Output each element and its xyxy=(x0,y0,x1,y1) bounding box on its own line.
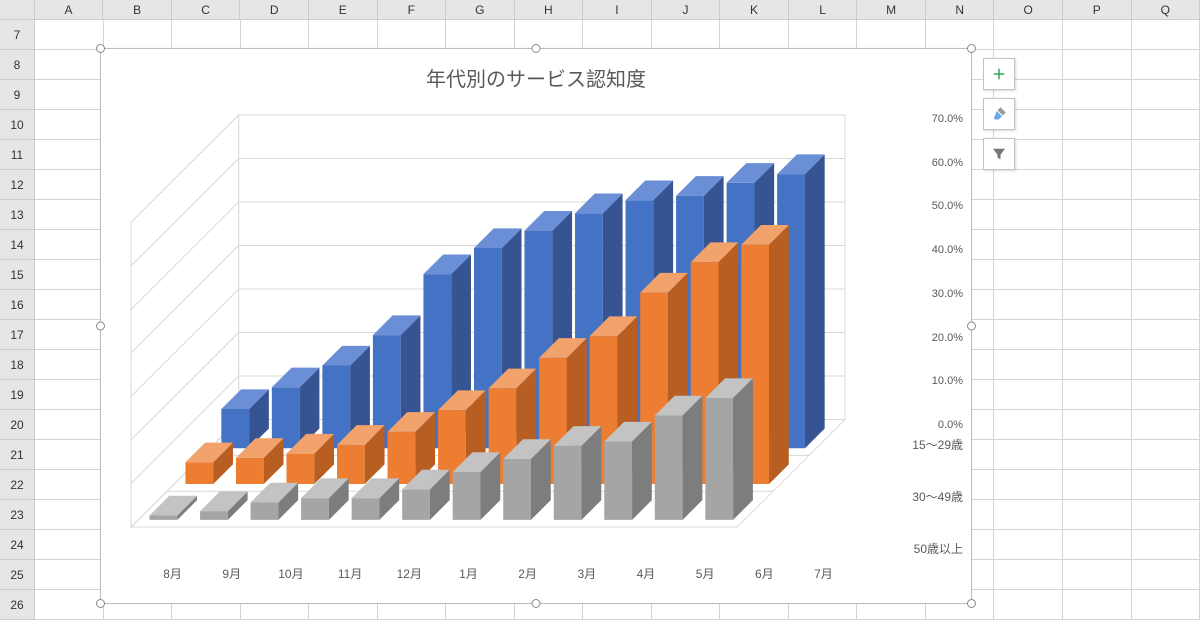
col-header-D[interactable]: D xyxy=(240,0,309,20)
col-header-I[interactable]: I xyxy=(583,0,652,20)
chart-plot-area[interactable] xyxy=(123,107,853,533)
resize-handle-ne[interactable] xyxy=(967,44,976,53)
row-header-14[interactable]: 14 xyxy=(0,230,35,260)
col-header-E[interactable]: E xyxy=(309,0,378,20)
row-header-19[interactable]: 19 xyxy=(0,380,35,410)
col-header-J[interactable]: J xyxy=(652,0,721,20)
col-header-K[interactable]: K xyxy=(720,0,789,20)
chart-filters-button[interactable] xyxy=(983,138,1015,170)
row-header-24[interactable]: 24 xyxy=(0,530,35,560)
y-tick: 40.0% xyxy=(932,244,963,256)
chart-elements-button[interactable] xyxy=(983,58,1015,90)
row-header-12[interactable]: 12 xyxy=(0,170,35,200)
row-header-7[interactable]: 7 xyxy=(0,20,35,50)
row-header-22[interactable]: 22 xyxy=(0,470,35,500)
col-header-Q[interactable]: Q xyxy=(1132,0,1200,20)
col-header-B[interactable]: B xyxy=(103,0,172,20)
chart-title[interactable]: 年代別のサービス認知度 xyxy=(101,49,971,92)
row-header-18[interactable]: 18 xyxy=(0,350,35,380)
row-header-13[interactable]: 13 xyxy=(0,200,35,230)
x-tick: 1月 xyxy=(439,565,498,585)
row-header-10[interactable]: 10 xyxy=(0,110,35,140)
col-header-N[interactable]: N xyxy=(926,0,995,20)
column-headers: ABCDEFGHIJKLMNOPQ xyxy=(0,0,1200,20)
row-header-11[interactable]: 11 xyxy=(0,140,35,170)
col-header-G[interactable]: G xyxy=(446,0,515,20)
chart-side-buttons xyxy=(983,58,1015,170)
row-header-9[interactable]: 9 xyxy=(0,80,35,110)
row-header-20[interactable]: 20 xyxy=(0,410,35,440)
x-tick: 9月 xyxy=(202,565,261,585)
y-tick: 70.0% xyxy=(932,113,963,125)
resize-handle-n[interactable] xyxy=(532,44,541,53)
col-header-L[interactable]: L xyxy=(789,0,858,20)
row-header-21[interactable]: 21 xyxy=(0,440,35,470)
chart-object[interactable]: 年代別のサービス認知度 0.0% 10.0% 20.0% 30.0% 40.0% 50.0… xyxy=(100,48,972,604)
row-headers: 7891011121314151617181920212223242526 xyxy=(0,0,35,630)
col-header-O[interactable]: O xyxy=(994,0,1063,20)
series-label: 30～49歳 xyxy=(912,491,963,503)
series-label: 50歳以上 xyxy=(914,543,963,555)
row-header-23[interactable]: 23 xyxy=(0,500,35,530)
plus-icon xyxy=(990,65,1008,83)
col-header-H[interactable]: H xyxy=(515,0,584,20)
row-header-15[interactable]: 15 xyxy=(0,260,35,290)
col-header-A[interactable]: A xyxy=(35,0,104,20)
col-header-F[interactable]: F xyxy=(378,0,447,20)
resize-handle-nw[interactable] xyxy=(96,44,105,53)
resize-handle-se[interactable] xyxy=(967,599,976,608)
y-tick: 10.0% xyxy=(932,375,963,387)
x-tick: 2月 xyxy=(498,565,557,585)
resize-handle-sw[interactable] xyxy=(96,599,105,608)
col-header-P[interactable]: P xyxy=(1063,0,1132,20)
chart-styles-button[interactable] xyxy=(983,98,1015,130)
y-tick: 20.0% xyxy=(932,332,963,344)
x-tick: 11月 xyxy=(321,565,380,585)
funnel-icon xyxy=(990,145,1008,163)
x-tick: 6月 xyxy=(735,565,794,585)
x-tick: 10月 xyxy=(261,565,320,585)
row-header-26[interactable]: 26 xyxy=(0,590,35,620)
y-tick: 30.0% xyxy=(932,288,963,300)
x-tick: 8月 xyxy=(143,565,202,585)
row-header-25[interactable]: 25 xyxy=(0,560,35,590)
y-tick: 0.0% xyxy=(938,419,963,431)
x-axis-labels: 8月9月10月11月12月1月2月3月4月5月6月7月 xyxy=(123,565,853,585)
series-label: 15～29歳 xyxy=(912,439,963,451)
row-header-16[interactable]: 16 xyxy=(0,290,35,320)
x-tick: 12月 xyxy=(380,565,439,585)
y-tick: 60.0% xyxy=(932,157,963,169)
x-tick: 7月 xyxy=(794,565,853,585)
resize-handle-e[interactable] xyxy=(967,322,976,331)
row-header-8[interactable]: 8 xyxy=(0,50,35,80)
col-header-C[interactable]: C xyxy=(172,0,241,20)
resize-handle-s[interactable] xyxy=(532,599,541,608)
x-tick: 3月 xyxy=(557,565,616,585)
paintbrush-icon xyxy=(990,105,1008,123)
resize-handle-w[interactable] xyxy=(96,322,105,331)
col-header-M[interactable]: M xyxy=(857,0,926,20)
x-tick: 4月 xyxy=(616,565,675,585)
y-tick: 50.0% xyxy=(932,200,963,212)
x-tick: 5月 xyxy=(676,565,735,585)
row-header-17[interactable]: 17 xyxy=(0,320,35,350)
